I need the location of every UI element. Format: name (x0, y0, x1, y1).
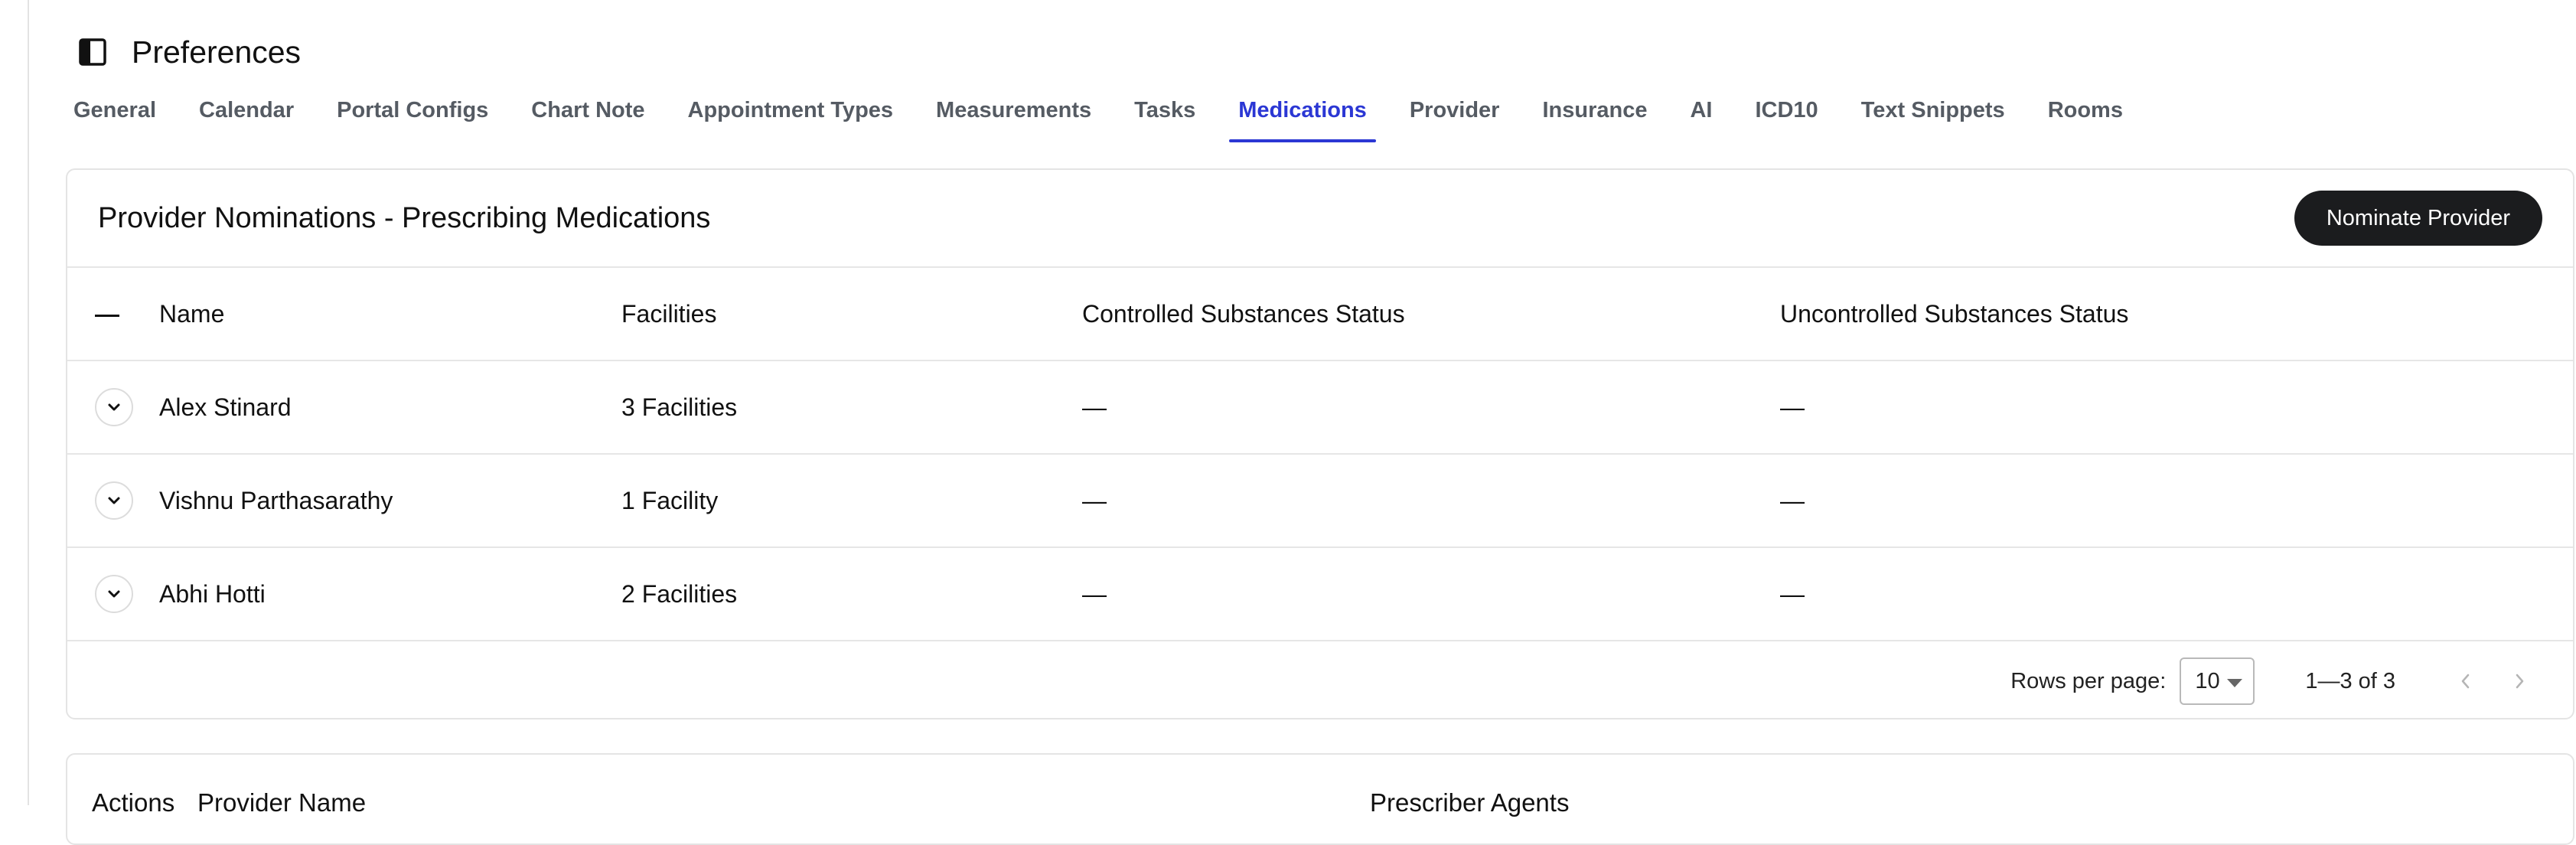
tab-medications[interactable]: Medications (1229, 86, 1376, 142)
tab-text-snippets[interactable]: Text Snippets (1852, 86, 2014, 135)
column-header-prescriber-agents[interactable]: Prescriber Agents (1370, 788, 1569, 817)
rows-per-page-select[interactable]: 10 (2180, 657, 2255, 705)
preferences-tabs: General Calendar Portal Configs Chart No… (64, 86, 2157, 144)
expand-row-button[interactable] (95, 575, 133, 613)
uncontrolled-status: — (1780, 454, 2573, 548)
chevron-down-icon (108, 403, 120, 411)
tab-insurance[interactable]: Insurance (1533, 86, 1656, 135)
rows-per-page-value: 10 (2195, 668, 2220, 693)
expand-row-button[interactable] (95, 481, 133, 520)
tab-appointment-types[interactable]: Appointment Types (679, 86, 903, 135)
page-title: Preferences (132, 34, 302, 70)
provider-name: Alex Stinard (159, 361, 621, 455)
provider-name: Vishnu Parthasarathy (159, 454, 621, 548)
tab-general[interactable]: General (64, 86, 165, 135)
provider-name: Abhi Hotti (159, 547, 621, 641)
column-header-actions[interactable]: Actions (92, 788, 174, 817)
chevron-right-icon[interactable] (2503, 664, 2536, 698)
page-header: Preferences (77, 31, 301, 73)
uncontrolled-status: — (1780, 361, 2573, 455)
tab-provider[interactable]: Provider (1400, 86, 1509, 135)
tab-portal-configs[interactable]: Portal Configs (328, 86, 497, 135)
tab-measurements[interactable]: Measurements (927, 86, 1101, 135)
nominate-provider-button[interactable]: Nominate Provider (2294, 191, 2542, 246)
prescriber-agents-card: Actions Provider Name Prescriber Agents (66, 753, 2574, 845)
facilities-count: 3 Facilities (621, 361, 1082, 455)
tab-calendar[interactable]: Calendar (190, 86, 303, 135)
pagination-range: 1—3 of 3 (2305, 668, 2395, 693)
column-header-name[interactable]: Name (159, 268, 621, 361)
nominations-table: Name Facilities Controlled Substances St… (67, 268, 2573, 641)
table-pagination: Rows per page: 10 1—3 of 3 (67, 641, 2573, 721)
caret-down-icon (2227, 679, 2243, 687)
column-header-facilities[interactable]: Facilities (621, 268, 1082, 361)
column-header-provider-name[interactable]: Provider Name (197, 788, 366, 817)
provider-nominations-card: Provider Nominations - Prescribing Medic… (66, 168, 2574, 719)
rows-per-page-label: Rows per page: (2010, 668, 2167, 693)
expand-row-button[interactable] (95, 388, 133, 426)
table-header-row: Name Facilities Controlled Substances St… (67, 268, 2573, 361)
column-header-controlled-status[interactable]: Controlled Substances Status (1082, 268, 1780, 361)
controlled-status: — (1082, 454, 1780, 548)
uncontrolled-status: — (1780, 547, 2573, 641)
tab-ai[interactable]: AI (1681, 86, 1721, 135)
select-all-indicator[interactable] (67, 268, 159, 361)
controlled-status: — (1082, 361, 1780, 455)
table-row: Vishnu Parthasarathy 1 Facility — — (67, 454, 2573, 548)
table-row: Alex Stinard 3 Facilities — — (67, 361, 2573, 455)
tab-tasks[interactable]: Tasks (1125, 86, 1205, 135)
tab-icd10[interactable]: ICD10 (1746, 86, 1827, 135)
chevron-down-icon (108, 497, 120, 504)
chevron-left-icon[interactable] (2449, 664, 2483, 698)
preferences-page: Preferences General Calendar Portal Conf… (29, 0, 2576, 845)
card-header: Provider Nominations - Prescribing Medic… (67, 170, 2573, 268)
card-title: Provider Nominations - Prescribing Medic… (98, 201, 711, 234)
chevron-down-icon (108, 590, 120, 598)
sidebar-toggle-icon[interactable] (77, 36, 109, 68)
facilities-count: 1 Facility (621, 454, 1082, 548)
table-row: Abhi Hotti 2 Facilities — — (67, 547, 2573, 641)
controlled-status: — (1082, 547, 1780, 641)
facilities-count: 2 Facilities (621, 547, 1082, 641)
column-header-uncontrolled-status[interactable]: Uncontrolled Substances Status (1780, 268, 2573, 361)
left-rail (0, 0, 29, 805)
tab-chart-note[interactable]: Chart Note (522, 86, 654, 135)
tab-rooms[interactable]: Rooms (2039, 86, 2132, 135)
